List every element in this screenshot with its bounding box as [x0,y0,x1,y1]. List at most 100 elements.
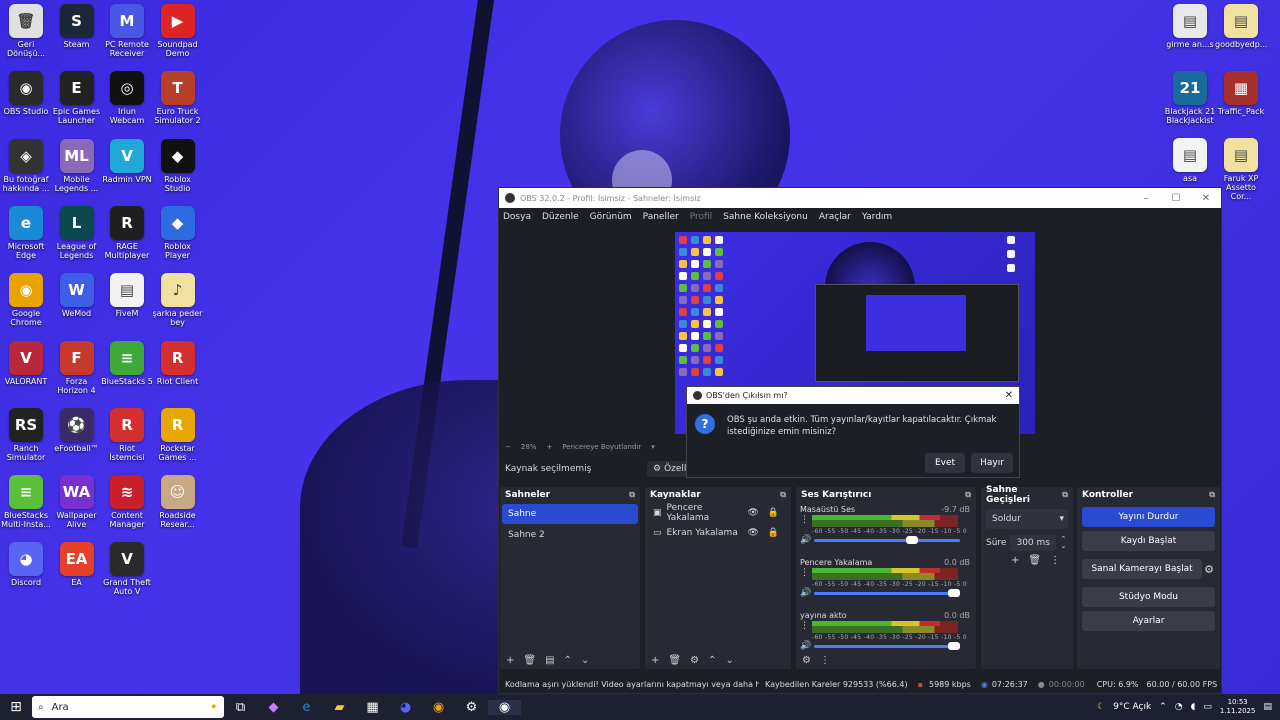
float-icon[interactable]: ⧉ [629,490,635,500]
menu-profil[interactable]: Profil [690,212,712,222]
channel-menu-icon[interactable]: ⋮ [800,621,809,631]
float-icon[interactable]: ⧉ [1209,490,1215,500]
zoom-out-button[interactable]: − [505,443,511,451]
clock[interactable]: 10:53 1.11.2025 [1220,698,1256,716]
scene-item[interactable]: Sahne [502,504,638,524]
radmin-vpn-icon[interactable]: V Radmin VPN [101,138,153,184]
asa-file-icon[interactable]: ▤ asa [1164,138,1216,183]
epic-games-icon[interactable]: E Epic Games Launcher [51,71,103,125]
add-icon[interactable]: + [506,655,514,666]
eye-icon[interactable]: 👁 [747,508,758,518]
stop-stream-button[interactable]: Yayını Durdur [1082,507,1215,527]
faruk-xp-icon[interactable]: ▤ Faruk XP Assetto Cor... [1215,138,1267,201]
scene-item[interactable]: Sahne 2 [502,525,638,545]
riot-istemcisi-icon[interactable]: R Riot İstemcisi [101,407,153,462]
yes-button[interactable]: Evet [925,453,965,473]
filter-icon[interactable]: ▤ [545,655,554,666]
copilot-icon[interactable]: ◆ [257,700,290,715]
obs-titlebar[interactable]: OBS 32.0.2 - Profil: İsimsiz - Sahneler:… [499,188,1221,208]
discord-taskbar-icon[interactable]: ◕ [389,700,422,715]
euro-truck-icon[interactable]: T Euro Truck Simulator 2 [152,71,204,125]
riot-client-icon[interactable]: R Riot Client [152,340,204,386]
goodbyedp-file-icon[interactable]: ▤ goodbyedp... [1215,4,1267,49]
content-manager-icon[interactable]: ≋ Content Manager [101,475,153,529]
minimize-icon[interactable]: – [1131,193,1161,204]
roblox-studio-icon[interactable]: ◆ Roblox Studio [152,138,204,193]
no-button[interactable]: Hayır [971,453,1013,473]
ranch-simulator-icon[interactable]: RS Ranch Simulator [0,407,52,462]
league-of-legends-icon[interactable]: L League of Legends [51,205,103,260]
trash-icon[interactable]: 🗑 [1028,555,1041,566]
up-icon[interactable]: ⌃ [708,655,716,666]
search-box[interactable]: ⌕ Ara ✦ [32,696,224,718]
girme-file-icon[interactable]: ▤ girme an...s [1164,4,1216,49]
down-icon[interactable]: ⌄ [581,655,589,666]
forza-horizon-icon[interactable]: F Forza Horizon 4 [51,340,103,395]
up-icon[interactable]: ⌃ [564,655,572,666]
add-icon[interactable]: + [1011,555,1019,566]
pc-remote-icon[interactable]: M PC Remote Receiver [101,4,153,58]
menu-dots-icon[interactable]: ⋮ [1050,555,1060,566]
source-item[interactable]: ▣ Pencere Yakalama 👁 🔒 [645,503,791,523]
menu-duzenle[interactable]: Düzenle [542,212,579,222]
task-view-icon[interactable]: ⧉ [224,700,257,715]
recycle-bin-icon[interactable]: 🗑 Geri Dönüşü... [0,4,52,58]
steam-icon[interactable]: S Steam [51,4,103,49]
zoom-mode[interactable]: Pencereye Boyutlandır [562,443,641,451]
tray-chevron-icon[interactable]: ⌃ [1159,702,1167,712]
gear-icon[interactable]: ⚙ [1204,563,1214,576]
google-chrome-icon[interactable]: ◉ Google Chrome [0,273,52,327]
chrome-taskbar-icon[interactable]: ◉ [422,700,455,715]
file-explorer-icon[interactable]: ▰ [323,700,356,715]
discord-icon[interactable]: ◕ Discord [0,542,52,587]
menu-dosya[interactable]: Dosya [503,212,531,222]
lock-icon[interactable]: 🔒 [768,528,779,538]
settings-taskbar-icon[interactable]: ⚙ [455,700,488,715]
traffic-pack-icon[interactable]: ▦ Traffic_Pack [1215,71,1267,116]
obs-taskbar-icon[interactable]: ◉ [488,699,521,715]
efootball-icon[interactable]: ⚽ eFootball™ [51,407,103,453]
speaker-icon[interactable]: ◖ [1191,702,1196,712]
chevron-down-icon[interactable]: ▾ [651,443,655,451]
soundpad-icon[interactable]: ▶ Soundpad Demo [152,4,204,58]
roblox-player-icon[interactable]: ◆ Roblox Player [152,205,204,260]
volume-slider[interactable] [814,536,960,544]
float-icon[interactable]: ⧉ [965,490,971,500]
menu-sahne-koleksiyonu[interactable]: Sahne Koleksiyonu [723,212,808,222]
menu-yardim[interactable]: Yardım [862,212,892,222]
store-icon[interactable]: ▦ [356,700,389,715]
obs-studio-icon[interactable]: ◉ OBS Studio [0,71,52,116]
menu-araclar[interactable]: Araçlar [819,212,851,222]
microsoft-edge-icon[interactable]: e Microsoft Edge [0,205,52,260]
rage-multiplayer-icon[interactable]: R RAGE Multiplayer [101,205,153,260]
maximize-icon[interactable]: ☐ [1161,193,1191,204]
fivem-icon[interactable]: ▤ FiveM [101,273,153,318]
duration-input[interactable]: 300 ms [1010,535,1057,551]
ea-icon[interactable]: EA EA [51,542,103,587]
start-virtual-camera-button[interactable]: Sanal Kamerayı Başlat [1082,559,1203,579]
wifi-icon[interactable]: ◔ [1175,702,1183,712]
bluestacks-multi-icon[interactable]: ≡ BlueStacks Multi-Insta... [0,475,52,529]
speaker-icon[interactable]: 🔊 [800,588,811,598]
wemod-icon[interactable]: W WeMod [51,273,103,318]
settings-button[interactable]: Ayarlar [1082,611,1215,631]
zoom-in-button[interactable]: + [546,443,552,451]
transition-select[interactable]: Soldur ▾ [986,509,1068,529]
battery-icon[interactable]: ▭ [1203,702,1212,712]
dialog-titlebar[interactable]: OBS'den Çıkılsın mı? ✕ [687,387,1019,404]
speaker-icon[interactable]: 🔊 [800,641,811,651]
eye-icon[interactable]: 👁 [747,528,758,538]
gta-v-icon[interactable]: V Grand Theft Auto V [101,542,153,596]
gear-icon[interactable]: ⚙ [690,655,699,666]
volume-slider[interactable] [814,589,960,597]
volume-knob[interactable] [905,536,918,544]
iriun-webcam-icon[interactable]: ◎ Iriun Webcam [101,71,153,125]
settings-icon[interactable]: ⚙ [802,655,811,666]
edge-taskbar-icon[interactable]: e [290,700,323,715]
lock-icon[interactable]: 🔒 [768,508,779,518]
menu-paneller[interactable]: Paneller [643,212,679,222]
volume-knob[interactable] [948,642,960,650]
weather-text[interactable]: 9°C Açık [1113,702,1151,712]
stepper-icon[interactable]: ⌃ ⌄ [1060,536,1066,550]
source-item[interactable]: ▭ Ekran Yakalama 👁 🔒 [645,523,791,543]
